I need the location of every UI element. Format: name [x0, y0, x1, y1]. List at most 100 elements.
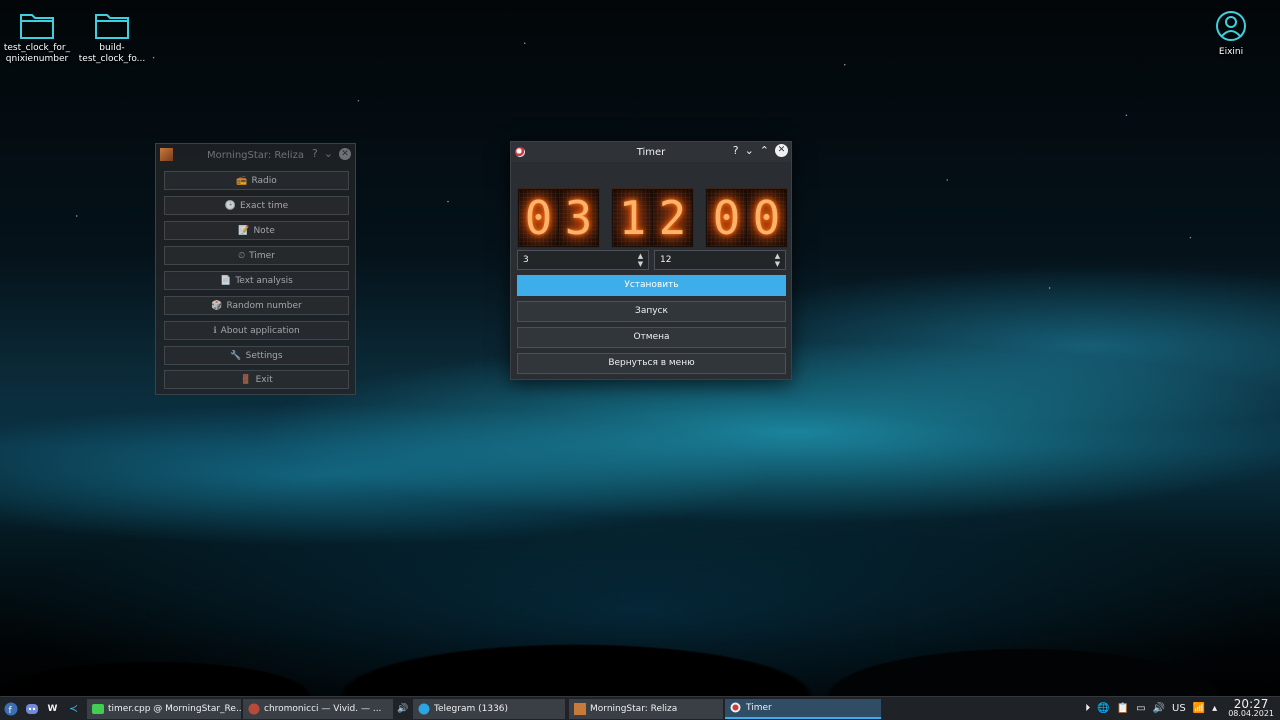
- task-telegram[interactable]: Telegram (1336): [413, 698, 565, 719]
- system-tray: ⏵ 🌐 📋 ▭ 🔊 US 📶 ▴ 20:27 08.04.2021: [1085, 697, 1280, 720]
- help-icon[interactable]: ?: [733, 144, 739, 157]
- telegram-icon: [417, 702, 430, 715]
- timer-button[interactable]: ⏲ Timer: [164, 246, 349, 265]
- nixie-seconds: 0 0: [705, 188, 788, 248]
- nixie-digit: 0: [747, 190, 786, 246]
- button-label: Radio: [251, 175, 277, 186]
- minimize-icon[interactable]: ⌄: [324, 147, 333, 160]
- window-titlebar[interactable]: Timer ? ⌄ ⌃ ✕: [511, 142, 791, 162]
- battery-icon[interactable]: ▭: [1136, 703, 1145, 714]
- close-icon[interactable]: ✕: [775, 144, 788, 157]
- radio-icon: 📻: [236, 175, 248, 186]
- button-label: Exact time: [240, 200, 289, 211]
- window-titlebar[interactable]: MorningStar: Reliza ? ⌄ ✕: [156, 144, 355, 166]
- morningstar-icon: [573, 702, 586, 715]
- spinbox-value: 12: [660, 255, 672, 265]
- nixie-digit: 0: [707, 190, 746, 246]
- nixie-hours: 0 3: [517, 188, 600, 248]
- about-application-button[interactable]: ℹ About application: [164, 321, 349, 340]
- window-title: MorningStar: Reliza: [207, 149, 304, 161]
- button-label: Note: [253, 225, 275, 236]
- close-icon[interactable]: ✕: [339, 147, 351, 160]
- spinbox-value: 3: [523, 255, 529, 265]
- spin-arrows-icon[interactable]: ▲ ▼: [773, 252, 782, 268]
- task-timer-cpp[interactable]: timer.cpp @ MorningStar_Re...: [87, 698, 241, 719]
- folder-icon: [95, 14, 129, 39]
- firefox-icon: [247, 702, 260, 715]
- morningstar-menu-window: MorningStar: Reliza ? ⌄ ✕ 📻 Radio 🕒 Exact …: [155, 143, 356, 395]
- exit-icon: 🚪: [240, 374, 252, 385]
- desktop-folder-build[interactable]: build- test_clock_fo...: [72, 10, 152, 65]
- nixie-digit: 3: [559, 190, 598, 246]
- note-button[interactable]: 📝 Note: [164, 221, 349, 240]
- button-label: Exit: [255, 374, 273, 385]
- task-label: timer.cpp @ MorningStar_Re...: [108, 703, 241, 714]
- desktop-user-home[interactable]: Eixini: [1191, 10, 1271, 58]
- timer-app-icon: [515, 147, 525, 157]
- clock-time: 20:27: [1233, 696, 1269, 711]
- wps-office-icon[interactable]: W: [42, 699, 63, 719]
- qt-creator-icon: [91, 702, 104, 715]
- vscode-icon[interactable]: ≺: [63, 699, 84, 719]
- task-label: Telegram (1336): [434, 703, 509, 714]
- volume-icon[interactable]: 🔊: [393, 699, 413, 719]
- task-label: chromonicci — Vivid. — ...: [264, 703, 382, 714]
- clock-icon: 🕒: [224, 200, 236, 211]
- minutes-spinbox[interactable]: 3 ▲ ▼: [517, 250, 649, 270]
- nixie-digit: 2: [653, 190, 692, 246]
- start-button[interactable]: Запуск: [517, 301, 786, 322]
- button-label: Settings: [245, 350, 283, 361]
- help-icon[interactable]: ?: [312, 147, 318, 160]
- nixie-display: 0 3 1 2 0 0: [517, 188, 788, 248]
- info-icon: ℹ: [213, 325, 217, 336]
- button-label: Random number: [226, 300, 302, 311]
- task-browser[interactable]: chromonicci — Vivid. — ...: [243, 698, 393, 719]
- radio-button[interactable]: 📻 Radio: [164, 171, 349, 190]
- back-to-menu-button[interactable]: Вернуться в меню: [517, 353, 786, 374]
- task-morningstar[interactable]: MorningStar: Reliza: [569, 698, 723, 719]
- nixie-minutes: 1 2: [611, 188, 694, 248]
- desktop-folder-label: build- test_clock_fo...: [78, 43, 146, 64]
- window-title: Timer: [636, 146, 666, 158]
- timer-icon: ⏲: [238, 250, 246, 261]
- desktop-folder-test-clock[interactable]: test_clock_for_ qnixienumber: [0, 10, 77, 65]
- maximize-icon[interactable]: ⌃: [760, 144, 769, 157]
- set-button[interactable]: Установить: [517, 275, 786, 296]
- task-timer[interactable]: Timer: [725, 698, 881, 719]
- exact-time-button[interactable]: 🕒 Exact time: [164, 196, 349, 215]
- network-globe-icon[interactable]: 🌐: [1097, 703, 1109, 714]
- nixie-digit: 1: [613, 190, 652, 246]
- nixie-digit: 0: [519, 190, 558, 246]
- digital-clock[interactable]: 20:27 08.04.2021: [1228, 696, 1274, 719]
- task-label: Timer: [746, 702, 772, 713]
- button-label: Timer: [249, 250, 275, 261]
- timer-window: Timer ? ⌄ ⌃ ✕ 0 3 1 2 0 0 3 ▲ ▼ 12 ▲ ▼ Уст…: [510, 141, 792, 380]
- discord-icon[interactable]: [21, 699, 42, 719]
- keyboard-layout[interactable]: US: [1172, 703, 1186, 714]
- spin-arrows-icon[interactable]: ▲ ▼: [636, 252, 645, 268]
- taskbar: f W ≺ timer.cpp @ MorningStar_Re... chro…: [0, 696, 1280, 720]
- minimize-icon[interactable]: ⌄: [745, 144, 754, 157]
- button-label: Text analysis: [235, 275, 293, 286]
- document-icon: 📄: [220, 275, 232, 286]
- desktop-folder-label: test_clock_for_ qnixienumber: [3, 43, 71, 64]
- audio-icon[interactable]: 🔊: [1153, 703, 1165, 714]
- random-number-button[interactable]: 🎲 Random number: [164, 296, 349, 315]
- morningstar-app-icon: [160, 148, 173, 161]
- user-icon: [1216, 11, 1246, 41]
- text-analysis-button[interactable]: 📄 Text analysis: [164, 271, 349, 290]
- clipboard-icon[interactable]: 📋: [1117, 703, 1129, 714]
- tray-expand-icon[interactable]: ▴: [1212, 703, 1217, 714]
- settings-button[interactable]: 🔧 Settings: [164, 346, 349, 365]
- dice-icon: 🎲: [211, 300, 223, 311]
- cancel-button[interactable]: Отмена: [517, 327, 786, 348]
- wrench-icon: 🔧: [230, 350, 242, 361]
- seconds-spinbox[interactable]: 12 ▲ ▼: [654, 250, 786, 270]
- wifi-icon[interactable]: 📶: [1193, 703, 1205, 714]
- media-play-icon[interactable]: ⏵: [1085, 703, 1090, 714]
- timer-icon: [729, 701, 742, 714]
- wallpaper-mountains: [0, 556, 1280, 696]
- note-icon: 📝: [238, 225, 250, 236]
- fedora-launcher-icon[interactable]: f: [0, 699, 21, 719]
- exit-button[interactable]: 🚪 Exit: [164, 370, 349, 389]
